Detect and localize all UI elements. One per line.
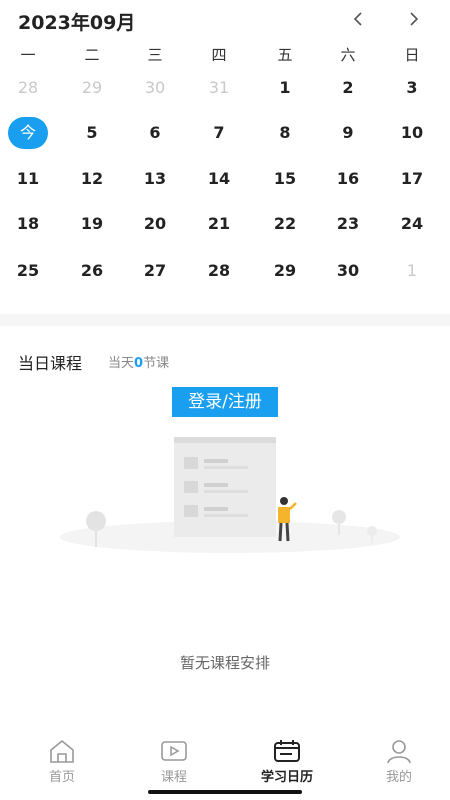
- home-indicator: [148, 790, 302, 794]
- tab-home[interactable]: 首页: [17, 738, 107, 785]
- day-cell[interactable]: 3: [392, 71, 432, 105]
- next-month-button[interactable]: [400, 6, 426, 32]
- day-cell[interactable]: 16: [328, 162, 368, 196]
- day-cell[interactable]: 5: [72, 116, 112, 150]
- login-register-button[interactable]: 登录/注册: [172, 387, 278, 417]
- weekday-row: 一二三四五六日: [0, 40, 450, 66]
- course-count: 当天0节课: [108, 352, 169, 371]
- day-cell[interactable]: 28: [8, 71, 48, 105]
- day-cell[interactable]: 21: [199, 207, 239, 241]
- weekday-label: 三: [147, 46, 163, 64]
- section-divider: [0, 314, 450, 326]
- day-cell[interactable]: 24: [392, 207, 432, 241]
- day-cell[interactable]: 14: [199, 162, 239, 196]
- calendar-header: 2023年09月: [0, 0, 450, 40]
- tab-courses[interactable]: 课程: [129, 738, 219, 785]
- day-cell[interactable]: 22: [265, 207, 305, 241]
- previous-month-button[interactable]: [346, 6, 372, 32]
- day-cell[interactable]: 28: [199, 254, 239, 288]
- day-cell[interactable]: 20: [135, 207, 175, 241]
- weekday-label: 二: [84, 46, 100, 64]
- day-cell[interactable]: 15: [265, 162, 305, 196]
- count-prefix: 当天: [108, 356, 135, 371]
- tab-label-home: 首页: [48, 770, 75, 785]
- month-title: 2023年09月: [18, 12, 136, 34]
- day-cell[interactable]: 2: [328, 71, 368, 105]
- day-cell[interactable]: 29: [265, 254, 305, 288]
- calendar-grid: 28 29 30 31 1 2 3 今 5 6 7 8 9 10 11 12 13 14 15 16 17 18 19 20 2…: [0, 66, 450, 296]
- chevron-right-icon: [410, 12, 419, 26]
- weekday-label: 五: [277, 46, 293, 64]
- count-value: 0: [134, 356, 144, 371]
- empty-state-text: 暂无课程安排: [179, 654, 270, 672]
- play-icon: [161, 741, 187, 761]
- day-cell[interactable]: 25: [8, 254, 48, 288]
- tab-label-courses: 课程: [160, 770, 187, 785]
- day-cell[interactable]: 1: [392, 254, 432, 288]
- day-cell[interactable]: 1: [265, 71, 305, 105]
- day-cell[interactable]: 8: [265, 116, 305, 150]
- tab-label-mine: 我的: [385, 770, 412, 785]
- weekday-label: 四: [211, 46, 227, 64]
- day-cell[interactable]: 7: [199, 116, 239, 150]
- tab-label-study-calendar: 学习日历: [260, 770, 313, 785]
- day-cell[interactable]: 13: [135, 162, 175, 196]
- tab-mine[interactable]: 我的: [354, 738, 444, 785]
- user-icon: [387, 740, 411, 764]
- day-cell[interactable]: 12: [72, 162, 112, 196]
- day-cell[interactable]: 30: [328, 254, 368, 288]
- today-cell[interactable]: 今: [8, 117, 48, 149]
- home-icon: [50, 739, 74, 763]
- day-cell[interactable]: 26: [72, 254, 112, 288]
- empty-state-illustration: [60, 437, 400, 553]
- day-cell[interactable]: 11: [8, 162, 48, 196]
- day-cell[interactable]: 10: [392, 116, 432, 150]
- day-cell[interactable]: 17: [392, 162, 432, 196]
- day-cell[interactable]: 18: [8, 207, 48, 241]
- tab-study-calendar[interactable]: 学习日历: [242, 738, 332, 785]
- weekday-label: 一: [20, 46, 36, 64]
- day-cell[interactable]: 19: [72, 207, 112, 241]
- day-cell[interactable]: 9: [328, 116, 368, 150]
- day-cell[interactable]: 23: [328, 207, 368, 241]
- chevron-left-icon: [353, 12, 362, 26]
- day-cell[interactable]: 27: [135, 254, 175, 288]
- weekday-label: 日: [404, 46, 420, 64]
- day-cell[interactable]: 6: [135, 116, 175, 150]
- section-title: 当日课程: [18, 354, 83, 373]
- count-suffix: 节课: [143, 356, 170, 371]
- weekday-label: 六: [340, 46, 356, 64]
- day-cell[interactable]: 29: [72, 71, 112, 105]
- calendar-icon: [274, 740, 300, 762]
- day-cell[interactable]: 30: [135, 71, 175, 105]
- day-cell[interactable]: 31: [199, 71, 239, 105]
